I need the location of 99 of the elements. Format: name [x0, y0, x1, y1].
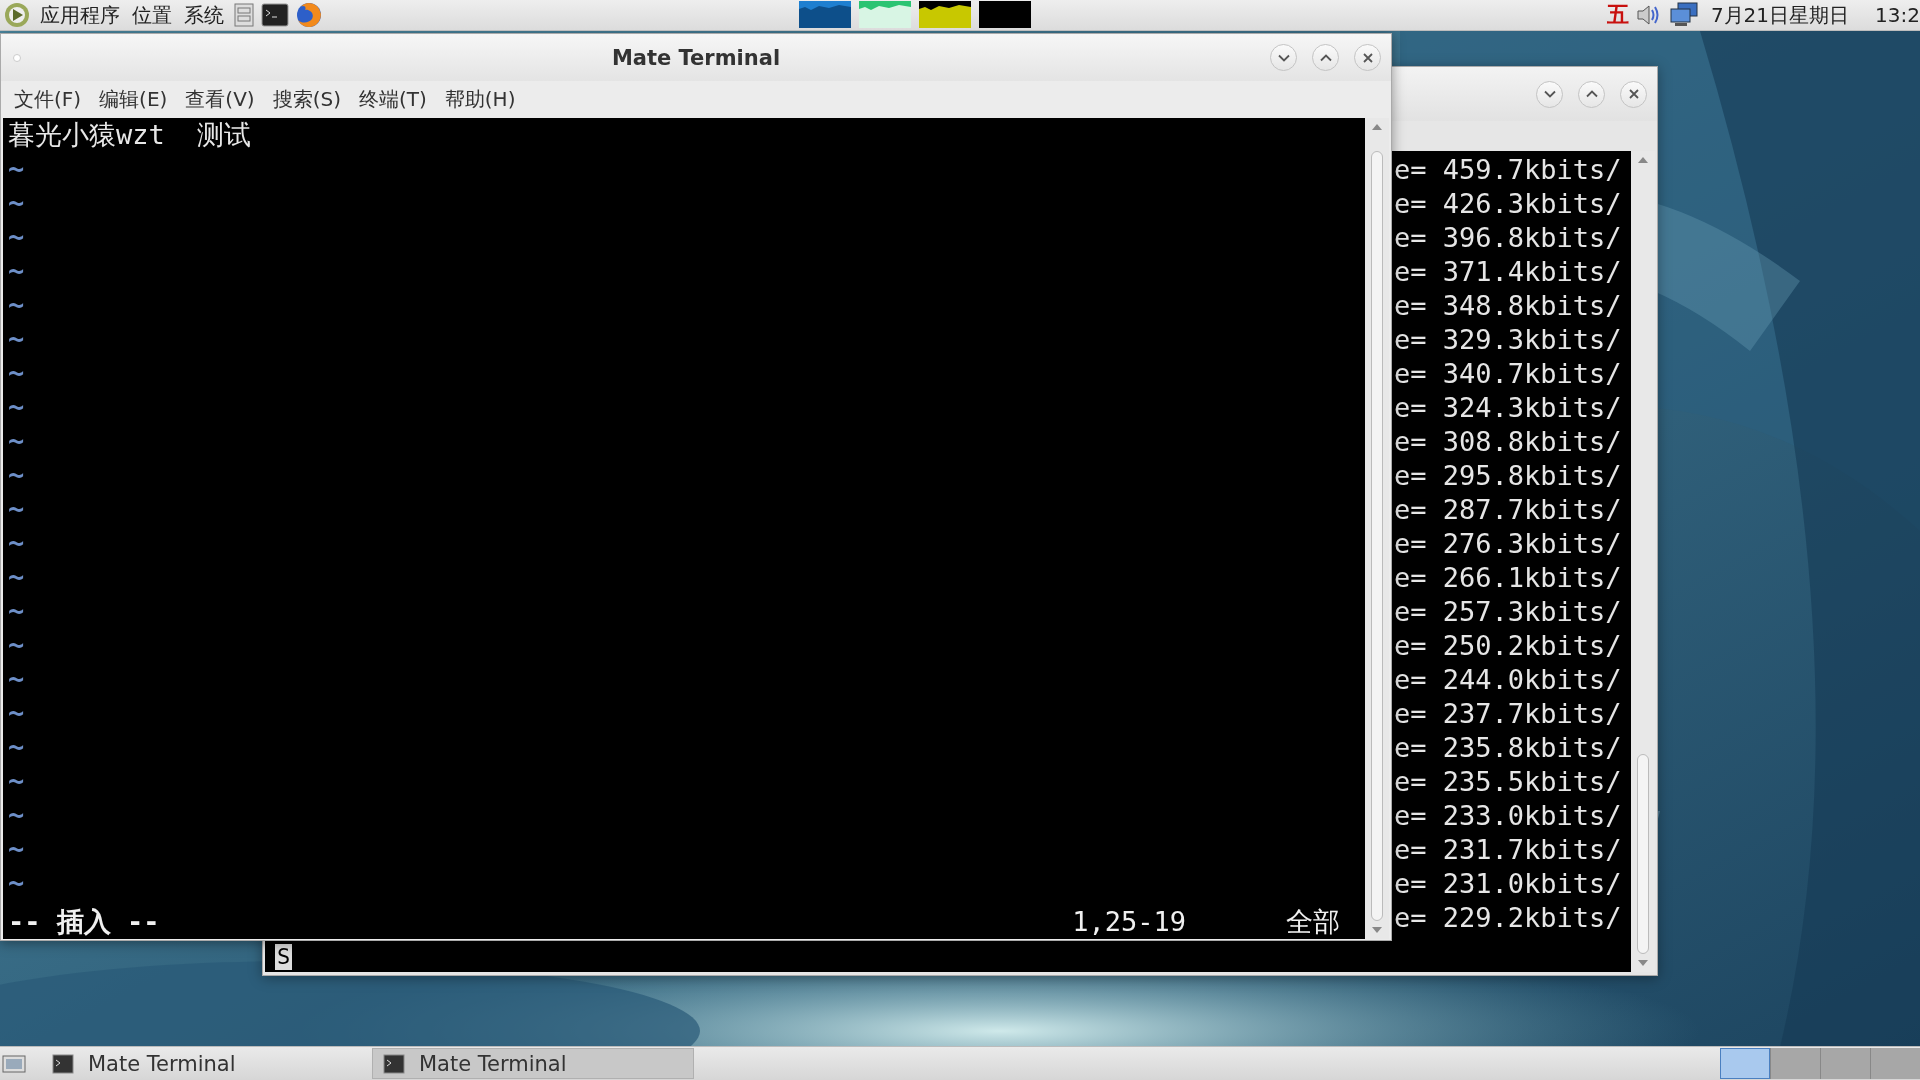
- maximize-button[interactable]: [1312, 44, 1339, 71]
- empty-line-tilde: ~: [8, 288, 25, 322]
- show-desktop-icon[interactable]: [2, 1052, 26, 1075]
- output-line: e= 340.7kbits/: [1394, 357, 1623, 391]
- chevron-down-icon: [1277, 53, 1290, 62]
- workspace-cell[interactable]: [1870, 1048, 1920, 1079]
- terminal-icon: [383, 1053, 405, 1074]
- empty-line-tilde: ~: [8, 322, 25, 356]
- workspace-cell[interactable]: [1820, 1048, 1870, 1079]
- scroll-down-icon: [1372, 927, 1382, 933]
- empty-line-tilde: ~: [8, 594, 25, 628]
- output-line: e= 235.5kbits/: [1394, 765, 1623, 799]
- close-icon: [1362, 52, 1373, 63]
- cursor-position: 1,25-19: [1072, 905, 1186, 939]
- minimize-button[interactable]: [1536, 80, 1563, 108]
- output-line: e= 324.3kbits/: [1394, 391, 1623, 425]
- output-line: e= 348.8kbits/: [1394, 289, 1623, 323]
- scrollbar-thumb[interactable]: [1637, 754, 1649, 954]
- workspace-cell[interactable]: [1720, 1048, 1770, 1079]
- output-line: e= 231.7kbits/: [1394, 833, 1623, 867]
- output-line: e= 229.2kbits/: [1394, 901, 1623, 935]
- empty-line-tilde: ~: [8, 730, 25, 764]
- monitor-graph[interactable]: [919, 1, 971, 28]
- chevron-down-icon: [1543, 90, 1556, 98]
- output-line: e= 257.3kbits/: [1394, 595, 1623, 629]
- maximize-button[interactable]: [1578, 80, 1605, 108]
- empty-line-tilde: ~: [8, 186, 25, 220]
- output-line: e= 244.0kbits/: [1394, 663, 1623, 697]
- terminal-screen[interactable]: 暮光小猿wzt 测试 ~ ~ ~ ~ ~ ~ ~ ~ ~ ~ ~ ~ ~ ~ ~ ~ ~ ~ ~ ~ ~ ~ -- 插入 -- 1,25-19 全部: [3, 118, 1365, 939]
- output-line: e= 371.4kbits/: [1394, 255, 1623, 289]
- empty-line-tilde: ~: [8, 254, 25, 288]
- empty-line-tilde: ~: [8, 526, 25, 560]
- close-button[interactable]: [1620, 80, 1647, 108]
- output-line: e= 233.0kbits/: [1394, 799, 1623, 833]
- output-line: e= 250.2kbits/: [1394, 629, 1623, 663]
- terminal-icon[interactable]: [261, 3, 289, 27]
- scroll-up-icon: [1372, 124, 1382, 130]
- output-line: e= 237.7kbits/: [1394, 697, 1623, 731]
- output-line: e= 396.8kbits/: [1394, 221, 1623, 255]
- minimize-button[interactable]: [1270, 44, 1297, 71]
- output-line: e= 276.3kbits/: [1394, 527, 1623, 561]
- menu-item[interactable]: 查看(V): [176, 85, 264, 113]
- network-icon[interactable]: [1668, 2, 1699, 28]
- empty-line-tilde: ~: [8, 220, 25, 254]
- logo-icon[interactable]: [3, 1, 31, 29]
- empty-line-tilde: ~: [8, 832, 25, 866]
- scroll-position: 全部: [1286, 905, 1340, 939]
- browser-icon[interactable]: [295, 1, 323, 29]
- cursor-character: S: [275, 944, 293, 970]
- window-title: Mate Terminal: [610, 45, 782, 70]
- menu-item[interactable]: 终端(T): [349, 85, 436, 113]
- output-line: e= 308.8kbits/: [1394, 425, 1623, 459]
- empty-line-tilde: ~: [8, 696, 25, 730]
- menu-item[interactable]: 文件(F): [5, 85, 91, 113]
- drawer-icon[interactable]: [233, 3, 255, 27]
- output-line: e= 235.8kbits/: [1394, 731, 1623, 765]
- clock-time[interactable]: 13:2: [1861, 3, 1920, 27]
- menu-item[interactable]: 系统: [178, 1, 230, 29]
- chevron-up-icon: [1585, 90, 1598, 98]
- workspace-cell[interactable]: [1770, 1048, 1820, 1079]
- taskbar-button[interactable]: Mate Terminal: [42, 1048, 364, 1079]
- chevron-up-icon: [1319, 53, 1332, 62]
- window-menu-dot[interactable]: [13, 53, 21, 62]
- scrollbar-thumb[interactable]: [1371, 151, 1383, 921]
- empty-line-tilde: ~: [8, 152, 25, 186]
- mode-indicator: -- 插入 --: [8, 905, 160, 939]
- close-button[interactable]: [1354, 44, 1381, 71]
- empty-line-tilde: ~: [8, 356, 25, 390]
- text-line: 暮光小猿wzt 测试: [8, 118, 252, 152]
- output-line: e= 426.3kbits/: [1394, 187, 1623, 221]
- menu-item[interactable]: 帮助(H): [435, 85, 525, 113]
- empty-line-tilde: ~: [8, 492, 25, 526]
- output-line: e= 231.0kbits/: [1394, 867, 1623, 901]
- empty-line-tilde: ~: [8, 458, 25, 492]
- menu-item[interactable]: 搜索(S): [263, 85, 350, 113]
- input-method-indicator[interactable]: 五: [1606, 0, 1629, 30]
- output-line: e= 266.1kbits/: [1394, 561, 1623, 595]
- clock-date[interactable]: 7月21日星期日: [1704, 1, 1856, 29]
- empty-line-tilde: ~: [8, 798, 25, 832]
- empty-line-tilde: ~: [8, 866, 25, 900]
- taskbar-button[interactable]: Mate Terminal: [372, 1048, 694, 1079]
- output-line: e= 287.7kbits/: [1394, 493, 1623, 527]
- empty-line-tilde: ~: [8, 424, 25, 458]
- empty-line-tilde: ~: [8, 764, 25, 798]
- scroll-down-icon: [1638, 960, 1648, 966]
- menu-item[interactable]: 位置: [126, 1, 178, 29]
- empty-line-tilde: ~: [8, 560, 25, 594]
- output-line: e= 295.8kbits/: [1394, 459, 1623, 493]
- output-line: e= 459.7kbits/: [1394, 153, 1623, 187]
- menu-item[interactable]: 编辑(E): [90, 85, 177, 113]
- empty-line-tilde: ~: [8, 662, 25, 696]
- scroll-up-icon: [1638, 157, 1648, 163]
- close-icon: [1628, 89, 1639, 99]
- empty-line-tilde: ~: [8, 390, 25, 424]
- menu-item[interactable]: 应用程序: [34, 1, 126, 29]
- scrollbar[interactable]: [1365, 118, 1389, 939]
- empty-line-tilde: ~: [8, 628, 25, 662]
- terminal-icon: [52, 1053, 74, 1074]
- output-line: e= 329.3kbits/: [1394, 323, 1623, 357]
